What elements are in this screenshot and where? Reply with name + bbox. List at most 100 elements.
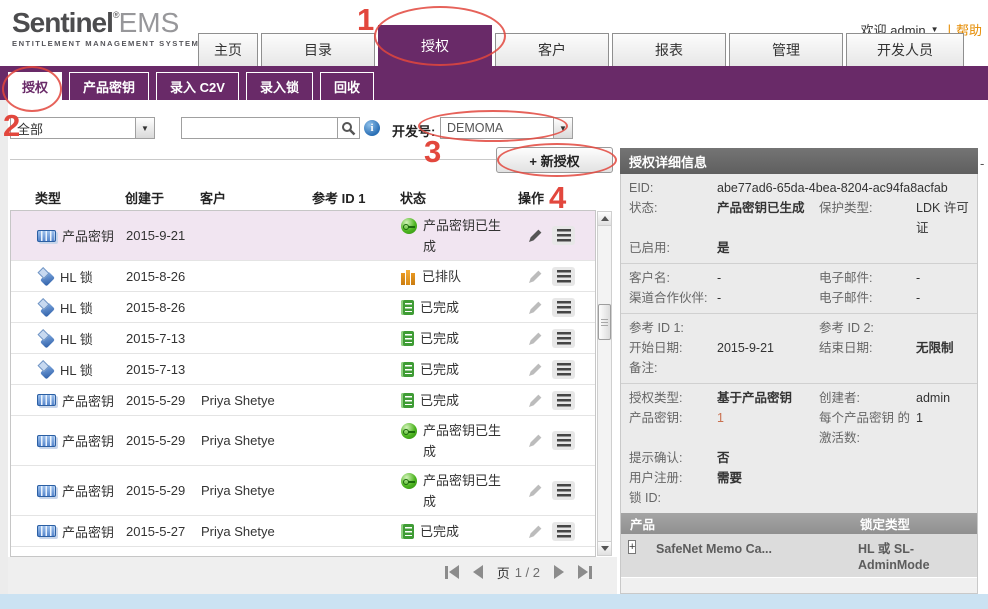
detail-section: EID:abe77ad6-65da-4bea-8204-ac94fa8acfab… [621,174,977,264]
main-nav-tab[interactable]: 管理 [729,33,843,66]
detail-value: - [717,268,819,288]
edit-pencil-icon[interactable] [528,524,543,539]
sub-nav-bar: 授权产品密钥录入 C2V录入锁 回收 [0,66,988,100]
edit-pencil-icon[interactable] [528,269,543,284]
detail-value: 2015-9-21 [717,338,819,358]
table-row[interactable]: HL 锁 2015-8-26 已排队 [11,261,595,292]
edit-pencil-icon[interactable] [528,300,543,315]
detail-value-link[interactable]: 1 [717,408,819,428]
table-row[interactable]: HL 锁 2015-8-26 已完成 [11,292,595,323]
first-page-icon[interactable] [445,565,459,579]
chevron-down-icon[interactable]: ▼ [135,117,155,139]
actions-menu-icon[interactable] [552,226,575,245]
actions-menu-icon[interactable] [552,360,575,379]
detail-row: 备注: [621,358,977,378]
main-nav-tab[interactable]: 客户 [495,33,609,66]
actions-menu-icon[interactable] [552,391,575,410]
detail-label: 开始日期: [629,338,717,358]
edit-pencil-icon[interactable] [528,483,543,498]
table-scrollbar[interactable] [597,211,612,556]
search-button[interactable] [337,117,360,139]
status-label: 产品密钥已生成 [423,421,507,463]
type-icon [37,525,56,537]
brand-tagline: ENTITLEMENT MANAGEMENT SYSTEM [12,40,199,48]
detail-label: 创建者: [819,388,916,408]
cell-actions [519,226,595,245]
sub-tab[interactable]: 回收 [320,72,374,100]
type-filter-value[interactable]: 全部 [10,117,135,139]
table-row[interactable]: 产品密钥 2015-5-29 Priya Shetye 产品密钥已生成 [11,466,595,516]
sub-tab[interactable]: 授权 [8,72,62,100]
detail-label: 已启用: [629,238,717,258]
status-label: 已完成 [420,298,504,319]
status-label: 产品密钥已生成 [423,216,507,258]
detail-value: - [717,288,819,308]
expand-icon[interactable]: + [628,540,636,554]
cell-customer: Priya Shetye [201,483,313,498]
main-nav-tab[interactable]: 主页 [198,33,258,66]
scroll-down-icon[interactable] [598,541,611,555]
new-entitlement-button[interactable]: + 新授权 [496,147,613,173]
actions-menu-icon[interactable] [552,329,575,348]
main-nav-tab[interactable]: 开发人员 [846,33,964,66]
detail-row: 渠道合作伙伴:-电子邮件:- [621,288,977,308]
type-filter-dropdown[interactable]: 全部 ▼ [10,117,155,139]
column-header[interactable]: 创建于 [125,188,200,207]
main-nav-tab[interactable]: 目录 [261,33,375,66]
sub-tab-label: 回收 [334,77,360,96]
next-page-icon[interactable] [554,565,564,579]
sub-tab[interactable]: 录入 C2V [156,72,239,100]
column-header[interactable]: 状态 [400,188,518,207]
table-row[interactable]: 产品密钥 2015-5-29 Priya Shetye 产品密钥已生成 [11,416,595,466]
type-label: 产品密钥 [62,391,114,410]
info-icon[interactable]: i [364,120,380,136]
products-table-filler [621,578,977,593]
table-row[interactable]: HL 锁 2015-7-13 已完成 [11,354,595,385]
chevron-down-icon[interactable]: ▼ [553,117,573,139]
nav-tab-label: 客户 [538,40,566,60]
scroll-up-icon[interactable] [598,212,611,226]
type-icon [37,230,56,242]
detail-label: 产品密钥: [629,408,717,428]
table-row[interactable]: 产品密钥 2015-9-21 产品密钥已生成 [11,211,595,261]
edit-pencil-icon[interactable] [528,228,543,243]
nav-tab-label: 开发人员 [877,40,933,60]
developer-value[interactable]: DEMOMA [440,117,553,139]
column-header[interactable]: 客户 [200,188,312,207]
sub-tab[interactable]: 产品密钥 [69,72,149,100]
cell-customer: Priya Shetye [201,524,313,539]
table-row[interactable]: 产品密钥 2015-5-27 Priya Shetye 已完成 [11,516,595,547]
status-label: 产品密钥已生成 [423,471,507,513]
main-nav-tab[interactable]: 报表 [612,33,726,66]
cell-created: 2015-5-29 [126,393,201,408]
search-input[interactable] [181,117,337,139]
column-header[interactable]: 参考 ID 1 [312,188,400,207]
actions-menu-icon[interactable] [552,298,575,317]
developer-dropdown[interactable]: DEMOMA ▼ [440,117,573,139]
detail-label: 提示确认: [629,448,717,468]
details-panel-title: 授权详细信息 [620,148,978,174]
table-row[interactable]: 产品密钥 2015-5-29 Priya Shetye 已完成 [11,385,595,416]
sub-tab[interactable]: 录入锁 [246,72,313,100]
cell-created: 2015-5-29 [126,483,201,498]
product-row[interactable]: + SafeNet Memo Ca... HL 或 SL-AdminMode [621,534,977,578]
edit-pencil-icon[interactable] [528,433,543,448]
actions-menu-icon[interactable] [552,481,575,500]
scrollbar-thumb[interactable] [598,304,611,340]
actions-menu-icon[interactable] [552,431,575,450]
brand-suffix: EMS [119,7,180,38]
last-page-icon[interactable] [578,565,592,579]
edit-pencil-icon[interactable] [528,331,543,346]
edit-pencil-icon[interactable] [528,362,543,377]
column-header-product: 产品 [630,514,860,533]
column-header[interactable]: 操作 [518,188,596,207]
column-header[interactable]: 类型 [10,188,125,207]
table-row[interactable]: HL 锁 2015-7-13 已完成 [11,323,595,354]
prev-page-icon[interactable] [473,565,483,579]
status-icon [401,393,414,408]
collapse-handle[interactable]: - [980,156,984,171]
edit-pencil-icon[interactable] [528,393,543,408]
actions-menu-icon[interactable] [552,522,575,541]
actions-menu-icon[interactable] [552,267,575,286]
main-nav-tab[interactable]: 授权 [378,25,492,66]
